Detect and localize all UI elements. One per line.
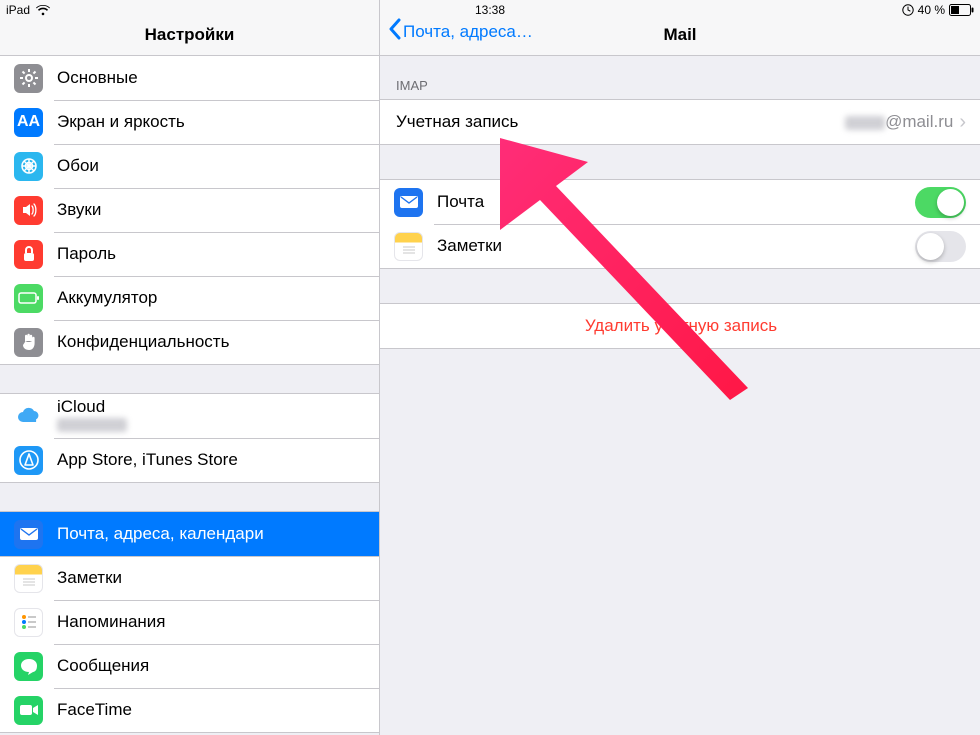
rotation-lock-icon	[902, 4, 914, 16]
sidebar-item-label: Основные	[57, 68, 365, 88]
sidebar-item-messages[interactable]: Сообщения	[0, 644, 379, 688]
sidebar-item-privacy[interactable]: Конфиденциальность	[0, 320, 379, 364]
account-email-blur	[845, 116, 885, 130]
sidebar-item-sounds[interactable]: Звуки	[0, 188, 379, 232]
sidebar-item-label: Сообщения	[57, 656, 365, 676]
sidebar-item-label: Пароль	[57, 244, 365, 264]
mail-icon	[394, 188, 423, 217]
back-label: Почта, адреса…	[403, 22, 533, 42]
sidebar-item-label: Аккумулятор	[57, 288, 365, 308]
sidebar-item-label: Конфиденциальность	[57, 332, 365, 352]
sidebar-item-label: FaceTime	[57, 700, 365, 720]
sidebar-item-label: Обои	[57, 156, 365, 176]
icloud-icon	[14, 402, 43, 431]
service-mail-row[interactable]: Почта	[380, 180, 980, 224]
delete-account-button[interactable]: Удалить учетную запись	[380, 304, 980, 348]
chevron-left-icon	[388, 18, 401, 45]
sidebar-item-mail[interactable]: Почта, адреса, календари	[0, 512, 379, 556]
battery-percent: 40 %	[918, 3, 945, 17]
account-row[interactable]: Учетная запись @mail.ru ›	[380, 100, 980, 144]
sidebar-item-label: Звуки	[57, 200, 365, 220]
icloud-account-blur	[57, 418, 127, 432]
sidebar-item-passcode[interactable]: Пароль	[0, 232, 379, 276]
gear-icon	[14, 64, 43, 93]
battery-icon	[14, 284, 43, 313]
notes-icon	[394, 232, 423, 261]
sidebar-item-general[interactable]: Основные	[0, 56, 379, 100]
mail-toggle[interactable]	[915, 187, 966, 218]
detail-title: Mail	[663, 25, 696, 45]
sidebar-item-appstore[interactable]: App Store, iTunes Store	[0, 438, 379, 482]
sidebar-item-label: Напоминания	[57, 612, 365, 632]
appstore-icon	[14, 446, 43, 475]
lock-icon	[14, 240, 43, 269]
hand-icon	[14, 328, 43, 357]
wifi-icon	[36, 5, 50, 16]
sidebar-item-battery[interactable]: Аккумулятор	[0, 276, 379, 320]
clock: 13:38	[0, 3, 980, 17]
facetime-icon	[14, 696, 43, 725]
sidebar-item-label: Экран и яркость	[57, 112, 365, 132]
wallpaper-icon	[14, 152, 43, 181]
sidebar-item-facetime[interactable]: FaceTime	[0, 688, 379, 732]
reminders-icon	[14, 608, 43, 637]
detail-pane: Почта, адреса… Mail IMAP Учетная запись …	[380, 0, 980, 735]
sidebar-item-display[interactable]: AA Экран и яркость	[0, 100, 379, 144]
sidebar: Настройки Основные AA Экран и яркость Об…	[0, 0, 380, 735]
battery-icon	[949, 4, 974, 16]
text-size-icon: AA	[14, 108, 43, 137]
sidebar-item-label: Заметки	[57, 568, 365, 588]
delete-label: Удалить учетную запись	[585, 316, 777, 336]
section-header-imap: IMAP	[380, 56, 980, 99]
sidebar-item-reminders[interactable]: Напоминания	[0, 600, 379, 644]
mail-icon	[14, 520, 43, 549]
account-label: Учетная запись	[396, 112, 845, 132]
sound-icon	[14, 196, 43, 225]
device-name: iPad	[6, 3, 30, 17]
sidebar-item-label: Почта, адреса, календари	[57, 524, 365, 544]
sidebar-item-label: iCloud	[57, 397, 127, 417]
sidebar-item-wallpaper[interactable]: Обои	[0, 144, 379, 188]
sidebar-item-icloud[interactable]: iCloud	[0, 394, 379, 438]
sidebar-item-label: App Store, iTunes Store	[57, 450, 365, 470]
back-button[interactable]: Почта, адреса…	[388, 18, 533, 45]
notes-icon	[14, 564, 43, 593]
service-notes-row[interactable]: Заметки	[380, 224, 980, 268]
service-label: Почта	[437, 192, 915, 212]
account-value: @mail.ru	[885, 112, 953, 131]
chevron-right-icon: ›	[959, 111, 966, 134]
notes-toggle[interactable]	[915, 231, 966, 262]
status-bar: iPad 13:38 40 %	[0, 0, 980, 20]
sidebar-item-notes[interactable]: Заметки	[0, 556, 379, 600]
service-label: Заметки	[437, 236, 915, 256]
sidebar-title: Настройки	[145, 25, 235, 45]
messages-icon	[14, 652, 43, 681]
